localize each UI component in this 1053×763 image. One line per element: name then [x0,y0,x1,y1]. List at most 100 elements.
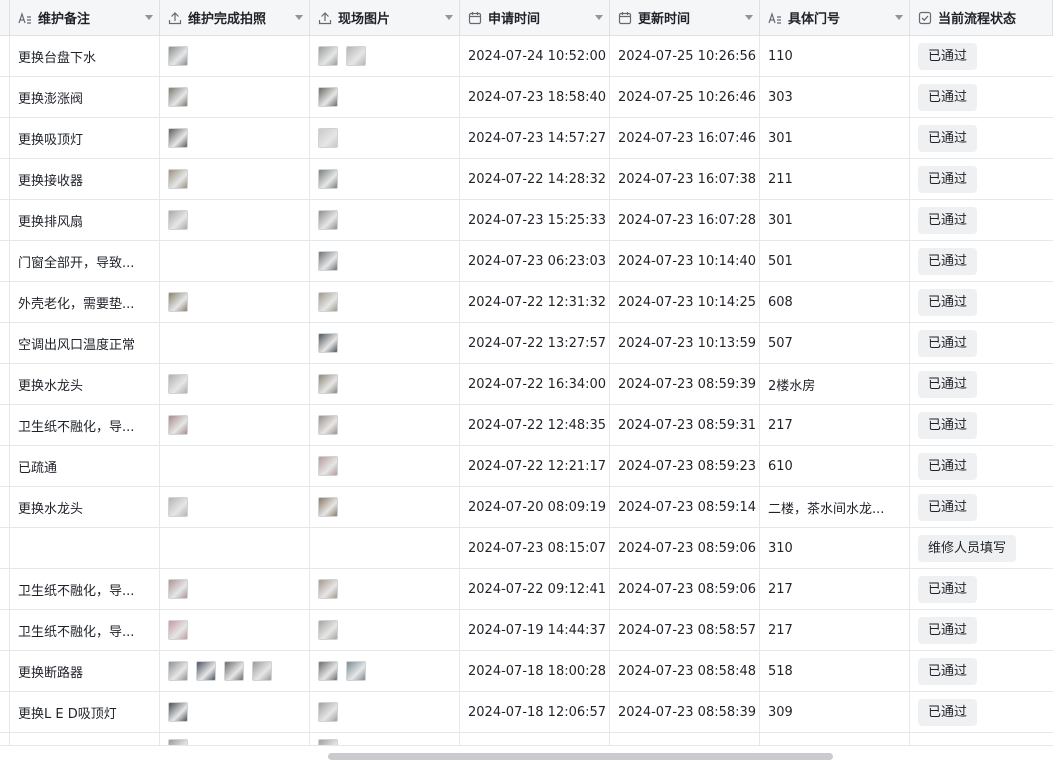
photo-thumbnail[interactable] [318,169,338,189]
row-handle[interactable] [0,282,10,322]
table-row[interactable]: 卫生纸不融化，导... 2024-07-19 14:44:37 2024-07-23… [0,610,1053,651]
process-status-cell[interactable]: 已通过 [910,446,1053,486]
update-time-cell[interactable]: 2024-07-23 16:07:46 [610,118,760,158]
maintenance-note-cell[interactable]: 更换排风扇 [10,200,160,240]
maintenance-note-cell[interactable]: 门窗全部开，导致... [10,241,160,281]
process-status-cell[interactable]: 已通过 [910,282,1053,322]
process-status-cell[interactable]: 已通过 [910,364,1053,404]
update-time-cell[interactable]: 2024-07-25 10:26:56 [610,36,760,76]
maintenance-note-cell[interactable]: 外壳老化，需要垫... [10,282,160,322]
apply-time-cell[interactable]: 2024-07-22 14:28:32 [460,159,610,199]
chevron-down-icon[interactable] [895,15,903,20]
room-number-cell[interactable]: 309 [760,692,910,732]
apply-time-cell[interactable]: 2024-07-20 08:09:19 [460,487,610,527]
site-photo-cell[interactable] [310,569,460,609]
update-time-cell[interactable]: 2024-07-23 08:59:14 [610,487,760,527]
process-status-cell[interactable]: 已通过 [910,159,1053,199]
completion-photo-cell[interactable] [160,323,310,363]
completion-photo-cell[interactable] [160,692,310,732]
partial-cell[interactable] [760,733,910,745]
room-number-cell[interactable]: 211 [760,159,910,199]
row-handle[interactable] [0,77,10,117]
room-number-cell[interactable]: 二楼，茶水间水龙... [760,487,910,527]
room-number-cell[interactable]: 303 [760,77,910,117]
partial-cell[interactable] [910,733,1053,745]
apply-time-cell[interactable]: 2024-07-22 09:12:41 [460,569,610,609]
completion-photo-cell[interactable] [160,200,310,240]
apply-time-cell[interactable]: 2024-07-22 12:48:35 [460,405,610,445]
update-time-cell[interactable]: 2024-07-23 08:59:06 [610,528,760,568]
update-time-cell[interactable]: 2024-07-23 08:59:31 [610,405,760,445]
photo-thumbnail[interactable] [346,46,366,66]
photo-thumbnail[interactable] [318,456,338,476]
apply-time-cell[interactable]: 2024-07-19 14:44:37 [460,610,610,650]
chevron-down-icon[interactable] [295,15,303,20]
table-row[interactable]: 2024-07-23 08:15:07 2024-07-23 08:59:06 31… [0,528,1053,569]
apply-time-cell[interactable]: 2024-07-22 16:34:00 [460,364,610,404]
photo-thumbnail[interactable] [252,661,272,681]
table-row[interactable]: 更换L E D吸顶灯 2024-07-18 12:06:57 2024-07-23 … [0,692,1053,733]
row-handle[interactable] [0,569,10,609]
column-header-room-number[interactable]: 具体门号 [760,0,910,35]
apply-time-cell[interactable]: 2024-07-22 13:27:57 [460,323,610,363]
process-status-cell[interactable]: 维修人员填写 [910,528,1053,568]
room-number-cell[interactable]: 217 [760,610,910,650]
completion-photo-cell[interactable] [160,36,310,76]
partial-cell[interactable] [310,733,460,745]
row-handle[interactable] [0,323,10,363]
row-handle[interactable] [0,364,10,404]
completion-photo-cell[interactable] [160,77,310,117]
process-status-cell[interactable]: 已通过 [910,405,1053,445]
process-status-cell[interactable]: 已通过 [910,36,1053,76]
site-photo-cell[interactable] [310,282,460,322]
site-photo-cell[interactable] [310,200,460,240]
partial-cell[interactable] [10,733,160,745]
maintenance-note-cell[interactable]: 卫生纸不融化，导... [10,405,160,445]
apply-time-cell[interactable]: 2024-07-24 10:52:00 [460,36,610,76]
process-status-cell[interactable]: 已通过 [910,569,1053,609]
maintenance-note-cell[interactable]: 更换L E D吸顶灯 [10,692,160,732]
process-status-cell[interactable]: 已通过 [910,610,1053,650]
apply-time-cell[interactable]: 2024-07-23 15:25:33 [460,200,610,240]
apply-time-cell[interactable]: 2024-07-23 06:23:03 [460,241,610,281]
completion-photo-cell[interactable] [160,159,310,199]
update-time-cell[interactable]: 2024-07-23 10:14:25 [610,282,760,322]
completion-photo-cell[interactable] [160,446,310,486]
row-handle[interactable] [0,610,10,650]
row-handle[interactable] [0,651,10,691]
column-header-maintenance-note[interactable]: 维护备注 [10,0,160,35]
table-row[interactable]: 已疏通 2024-07-22 12:21:17 2024-07-23 08:59:2… [0,446,1053,487]
room-number-cell[interactable]: 110 [760,36,910,76]
photo-thumbnail[interactable] [168,169,188,189]
site-photo-cell[interactable] [310,77,460,117]
column-header-update-time[interactable]: 更新时间 [610,0,760,35]
row-handle[interactable] [0,241,10,281]
table-row[interactable]: 更换排风扇 2024-07-23 15:25:33 2024-07-23 16:07… [0,200,1053,241]
photo-thumbnail[interactable] [318,87,338,107]
partial-cell[interactable] [610,733,760,745]
row-handle[interactable] [0,36,10,76]
chevron-down-icon[interactable] [595,15,603,20]
process-status-cell[interactable]: 已通过 [910,241,1053,281]
process-status-cell[interactable]: 已通过 [910,77,1053,117]
column-header-process-status[interactable]: 当前流程状态 [910,0,1053,35]
site-photo-cell[interactable] [310,36,460,76]
chevron-down-icon[interactable] [145,15,153,20]
photo-thumbnail[interactable] [196,661,216,681]
maintenance-note-cell[interactable] [10,528,160,568]
apply-time-cell[interactable]: 2024-07-23 14:57:27 [460,118,610,158]
site-photo-cell[interactable] [310,364,460,404]
photo-thumbnail[interactable] [168,702,188,722]
photo-thumbnail[interactable] [318,46,338,66]
update-time-cell[interactable]: 2024-07-23 08:59:06 [610,569,760,609]
update-time-cell[interactable]: 2024-07-23 08:59:39 [610,364,760,404]
room-number-cell[interactable]: 301 [760,118,910,158]
photo-thumbnail[interactable] [318,210,338,230]
completion-photo-cell[interactable] [160,528,310,568]
site-photo-cell[interactable] [310,241,460,281]
partial-cell[interactable] [460,733,610,745]
room-number-cell[interactable]: 518 [760,651,910,691]
maintenance-note-cell[interactable]: 更换接收器 [10,159,160,199]
photo-thumbnail[interactable] [168,497,188,517]
update-time-cell[interactable]: 2024-07-23 16:07:38 [610,159,760,199]
